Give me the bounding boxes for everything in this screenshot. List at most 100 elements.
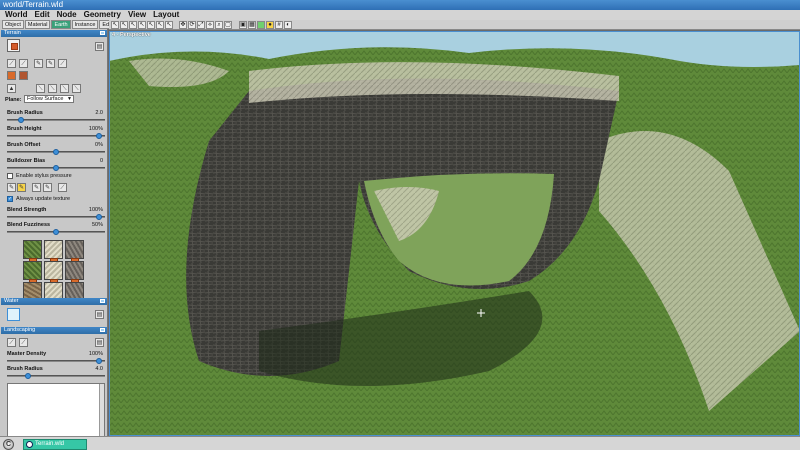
brush-red-icon[interactable] [19,71,28,80]
water-section-header[interactable]: Water [1,298,107,305]
task-bar: C Terrain.wld [0,436,800,450]
slope-icon-4[interactable]: ⟍ [72,84,81,93]
slider-knob[interactable] [53,229,59,235]
update-checkbox[interactable]: ✓ [7,196,13,202]
frame-icon[interactable]: ▢ [224,21,232,29]
render-icon[interactable]: ◐ [284,21,292,29]
slider-knob[interactable] [96,133,103,139]
menu-geometry[interactable]: Geometry [84,10,121,20]
tab-material[interactable]: Material [24,20,51,29]
start-button[interactable]: C [3,439,14,450]
options-icon[interactable]: ▤ [95,42,104,51]
land-brush-radius-slider[interactable] [7,373,105,379]
blend-fuzziness-slider[interactable] [7,229,105,235]
smooth-tool-icon[interactable]: ✎ [34,59,43,68]
task-item[interactable]: Terrain.wld [23,439,87,450]
select-icon[interactable]: ↖ [111,21,119,29]
view-quad-icon[interactable]: ▦ [248,21,256,29]
pan-icon[interactable]: ⟡ [206,21,214,29]
menu-bar: World Edit Node Geometry View Layout [0,10,800,20]
scale-icon[interactable]: ⤢ [197,21,205,29]
light-bulb-icon[interactable]: ● [266,21,274,29]
select-all-icon[interactable]: ↖ [165,21,173,29]
slider-knob[interactable] [25,373,32,379]
master-density-slider[interactable] [7,358,105,364]
texture-swatch[interactable] [23,261,42,280]
tab-earth[interactable]: Earth [51,20,71,29]
brush-height-value: 100% [88,126,103,132]
brush-radius-slider[interactable] [7,117,105,123]
master-density-label: Master Density [7,351,47,357]
tab-instance[interactable]: Instance [71,20,99,29]
brush-offset-slider[interactable] [7,149,105,155]
lower-tool-icon[interactable]: ⟋ [19,59,28,68]
paint-fill-icon[interactable]: ✎ [17,183,26,192]
select-box-icon[interactable]: ↖ [156,21,164,29]
cone-icon[interactable]: ▲ [7,84,16,93]
paint-brush-icon[interactable]: ✎ [7,183,16,192]
plane-select[interactable]: Follow Surface ▼ [24,95,74,103]
slider-knob[interactable] [18,117,25,123]
select-lasso-icon[interactable]: ↖ [147,21,155,29]
brush-preview[interactable] [7,39,20,52]
app-window: world/Terrain.wld World Edit Node Geomet… [0,0,800,450]
menu-layout[interactable]: Layout [153,10,179,20]
collapse-icon[interactable] [100,31,105,35]
texture-swatch[interactable] [44,240,63,259]
brush-orange-icon[interactable] [7,71,16,80]
terrain-section-header[interactable]: Terrain [1,30,107,37]
paint-erase-icon[interactable]: ✎ [32,183,41,192]
texture-swatch[interactable] [23,240,42,259]
slider-knob[interactable] [53,165,59,171]
texture-swatch[interactable] [65,261,84,280]
brush-height-slider[interactable] [7,133,105,139]
blend-strength-label: Blend Strength [7,207,47,213]
water-tool-icon[interactable] [7,308,20,321]
menu-node[interactable]: Node [57,10,77,20]
slider-knob[interactable] [96,358,103,364]
zoom-icon[interactable]: ⌕ [215,21,223,29]
paint-tool-icon[interactable]: ⟋ [58,59,67,68]
bulldozer-bias-slider[interactable] [7,165,105,171]
select-paint-icon[interactable]: ↖ [138,21,146,29]
water-options-icon[interactable]: ▤ [95,310,104,319]
perspective-viewport[interactable]: 4 - Perspective [109,31,800,436]
menu-world[interactable]: World [5,10,28,20]
slope-icon-2[interactable]: ⟍ [48,84,57,93]
rotate-icon[interactable]: ⟳ [188,21,196,29]
slope-icon-1[interactable]: ⟍ [36,84,45,93]
paint-picker-icon[interactable]: ⟋ [58,183,67,192]
move-icon[interactable]: ✥ [179,21,187,29]
land-raise-icon[interactable]: ⟋ [7,338,16,347]
toolbar: ↖ ↖ ↖ ↖ ↖ ↖ ↖ ✥ ⟳ ⤢ ⟡ ⌕ ▢ ▣ ▦ ● # ◐ [109,20,800,30]
view-fill-icon[interactable] [257,21,265,29]
land-options-icon[interactable]: ▤ [95,338,104,347]
slope-icon-3[interactable]: ⟍ [60,84,69,93]
stylus-checkbox[interactable] [7,173,13,179]
view-single-icon[interactable]: ▣ [239,21,247,29]
land-lower-icon[interactable]: ⟋ [19,338,28,347]
tab-object[interactable]: Object [2,20,24,29]
select-add-icon[interactable]: ↖ [120,21,128,29]
slider-knob[interactable] [53,149,59,155]
title-bar: world/Terrain.wld [0,0,800,10]
flatten-tool-icon[interactable]: ✎ [46,59,55,68]
stylus-label: Enable stylus pressure [16,173,72,179]
raise-tool-icon[interactable]: ⟋ [7,59,16,68]
grid-icon[interactable]: # [275,21,283,29]
collapse-icon[interactable] [100,299,105,303]
paint-smudge-icon[interactable]: ✎ [43,183,52,192]
collapse-icon[interactable] [100,328,105,332]
slider-knob[interactable] [96,214,103,220]
terrain-section-title: Terrain [4,30,21,36]
landscaping-section-header[interactable]: Landscaping [1,327,107,334]
select-sub-icon[interactable]: ↖ [129,21,137,29]
menu-view[interactable]: View [128,10,146,20]
panel-tabs: Object Material Earth Instance Editor [2,20,120,29]
blend-strength-value: 100% [88,207,103,213]
texture-swatch[interactable] [65,240,84,259]
blend-strength-slider[interactable] [7,214,105,220]
terrain-scene [109,31,800,436]
texture-swatch[interactable] [44,261,63,280]
menu-edit[interactable]: Edit [35,10,50,20]
